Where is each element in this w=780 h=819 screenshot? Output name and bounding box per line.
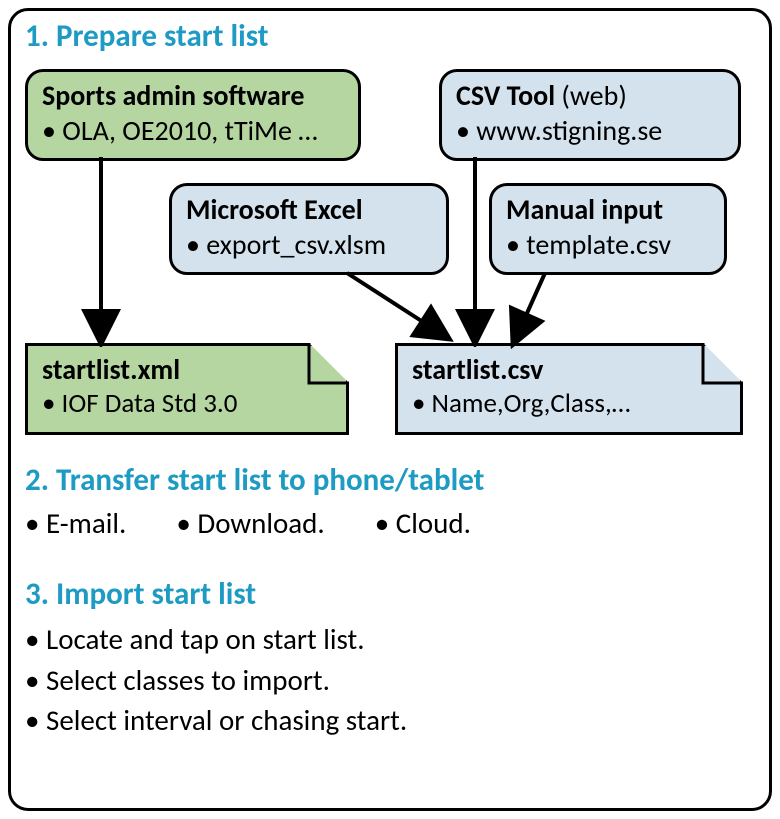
- file-csv-bullet: • Name,Org,Class,…: [412, 387, 726, 420]
- box-manual-bullet: • template.csv: [506, 227, 710, 262]
- arrow-sports-to-xml: [81, 157, 121, 347]
- box-sports-admin-bullet: • OLA, OE2010, tTiMe …: [42, 113, 344, 148]
- section3-item-1: • Locate and tap on start list.: [25, 619, 407, 660]
- box-sports-admin: Sports admin software • OLA, OE2010, tTi…: [25, 69, 361, 161]
- box-excel-bullet: • export_csv.xlsm: [186, 227, 432, 262]
- file-xml-title: startlist.xml: [42, 352, 332, 387]
- box-csv-tool-bullet: • www.stigning.se: [456, 113, 724, 148]
- box-excel-title: Microsoft Excel: [186, 192, 432, 227]
- file-startlist-csv: startlist.csv • Name,Org,Class,…: [395, 343, 743, 435]
- box-excel: Microsoft Excel • export_csv.xlsm: [169, 183, 449, 275]
- section1-heading: 1. Prepare start list: [25, 17, 269, 55]
- arrow-excel-to-csv: [339, 269, 459, 349]
- box-csv-tool-title-strong: CSV Tool: [456, 78, 555, 113]
- arrow-csvtool-to-csv: [455, 157, 495, 347]
- box-csv-tool-title-paren: (web): [555, 78, 627, 113]
- arrow-manual-to-csv: [501, 269, 561, 349]
- section3-item-2: • Select classes to import.: [25, 660, 407, 701]
- file-xml-bullet: • IOF Data Std 3.0: [42, 387, 332, 420]
- section2-item-email: • E-mail.: [25, 505, 126, 541]
- section2-item-download: • Download.: [176, 505, 324, 541]
- box-sports-admin-title: Sports admin software: [42, 78, 344, 113]
- section3-heading: 3. Import start list: [25, 575, 256, 613]
- file-startlist-xml: startlist.xml • IOF Data Std 3.0: [25, 343, 349, 435]
- file-csv-title: startlist.csv: [412, 352, 726, 387]
- dogear-icon: [703, 343, 743, 383]
- box-csv-tool: CSV Tool (web) • www.stigning.se: [439, 69, 741, 161]
- section2-item-cloud: • Cloud.: [375, 505, 471, 541]
- dogear-icon: [309, 343, 349, 383]
- section3-item-3: • Select interval or chasing start.: [25, 700, 407, 741]
- section3-list: • Locate and tap on start list. • Select…: [25, 619, 407, 741]
- box-manual-title: Manual input: [506, 192, 710, 227]
- box-csv-tool-title: CSV Tool (web): [456, 78, 724, 113]
- section2-list: • E-mail. • Download. • Cloud.: [25, 505, 471, 541]
- section2-heading: 2. Transfer start list to phone/tablet: [25, 461, 484, 499]
- diagram-frame: 1. Prepare start list Sports admin softw…: [8, 8, 772, 811]
- box-manual: Manual input • template.csv: [489, 183, 727, 275]
- section2-list-row: • E-mail. • Download. • Cloud.: [25, 505, 471, 541]
